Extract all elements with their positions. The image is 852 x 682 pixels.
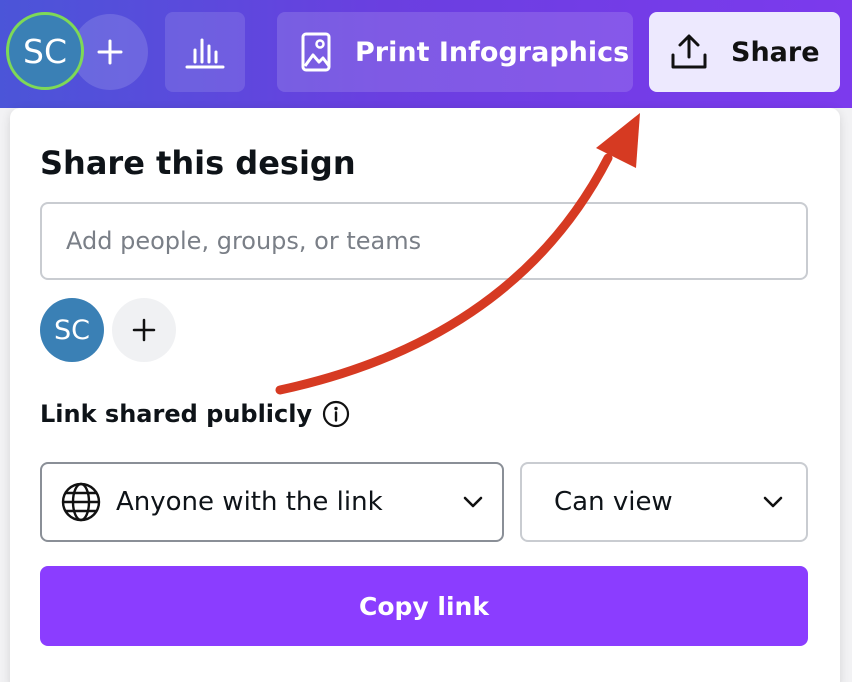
- link-access-value: Anyone with the link: [116, 487, 383, 517]
- chevron-down-icon: [462, 495, 484, 509]
- permission-value: Can view: [554, 487, 673, 517]
- add-collaborator-button[interactable]: [112, 298, 176, 362]
- add-people-input[interactable]: [40, 202, 808, 280]
- print-infographics-button[interactable]: Print Infographics: [277, 12, 633, 92]
- chevron-down-icon: [762, 495, 784, 509]
- user-avatar[interactable]: SC: [6, 12, 84, 90]
- link-section-label: Link shared publicly: [40, 400, 350, 428]
- upload-icon: [669, 33, 709, 71]
- bar-chart-icon: [184, 34, 226, 70]
- collaborator-initials: SC: [54, 314, 90, 346]
- link-access-select[interactable]: Anyone with the link: [40, 462, 504, 542]
- insights-button[interactable]: [165, 12, 245, 92]
- info-icon[interactable]: [322, 400, 350, 428]
- print-infographics-label: Print Infographics: [355, 36, 630, 68]
- plus-icon: [95, 37, 125, 67]
- link-shared-label: Link shared publicly: [40, 400, 313, 428]
- collaborator-avatar[interactable]: SC: [40, 298, 104, 362]
- copy-link-button[interactable]: Copy link: [40, 566, 808, 646]
- plus-icon: [131, 317, 157, 343]
- avatar-initials: SC: [23, 31, 67, 71]
- top-toolbar: SC Print Infographics Share: [0, 0, 852, 108]
- share-label: Share: [731, 36, 820, 68]
- panel-title: Share this design: [40, 144, 356, 182]
- globe-icon: [60, 481, 102, 523]
- share-panel: Share this design SC Link shared publicl…: [10, 108, 840, 682]
- share-button[interactable]: Share: [649, 12, 840, 92]
- image-icon: [301, 32, 331, 72]
- permission-select[interactable]: Can view: [520, 462, 808, 542]
